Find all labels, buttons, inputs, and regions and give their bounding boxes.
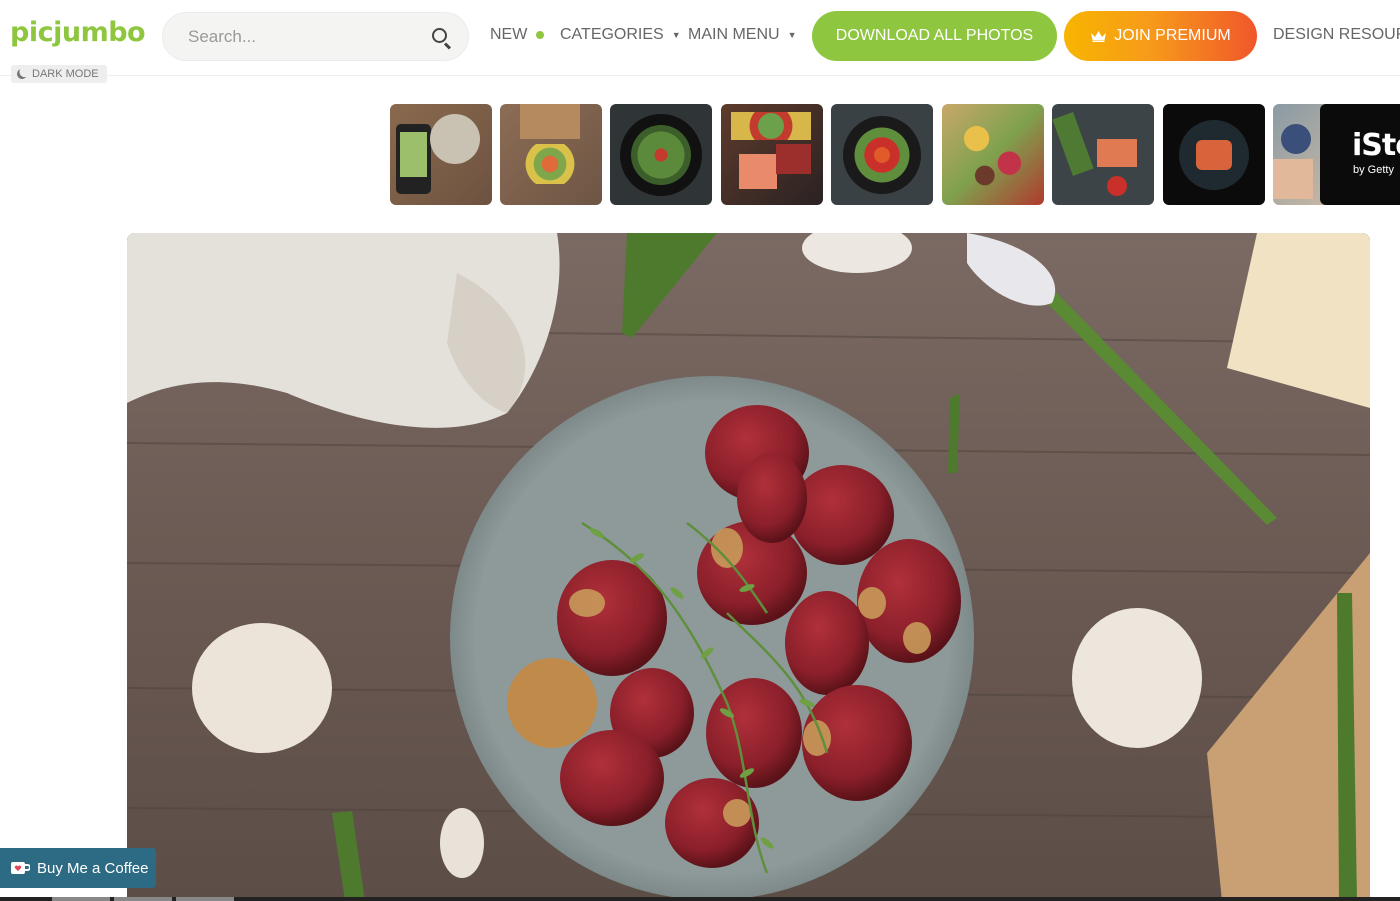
main-photo-image: [127, 233, 1370, 901]
thumbnail[interactable]: [390, 104, 492, 205]
nav-new[interactable]: NEW: [490, 26, 545, 44]
nav-design-resources-label: DESIGN RESOURC: [1273, 26, 1400, 43]
vegetables-shape: [515, 144, 585, 184]
nav-main-menu[interactable]: MAIN MENU ▼: [688, 26, 796, 44]
phone-screen: [400, 132, 427, 177]
thumbnail[interactable]: [721, 104, 823, 205]
vegetables-shape: [731, 112, 811, 140]
food-spread-shape: [952, 114, 1034, 196]
search-icon[interactable]: [420, 17, 460, 57]
hand-shape: [1273, 159, 1313, 199]
nav-new-label: NEW: [490, 26, 528, 43]
paper-bag-shape: [520, 104, 580, 139]
nav-categories-label: CATEGORIES: [560, 26, 664, 43]
thumbnail[interactable]: [1163, 104, 1265, 205]
join-premium-button[interactable]: JOIN PREMIUM: [1064, 11, 1257, 61]
caret-down-icon: ▼: [787, 30, 797, 40]
download-all-photos-button[interactable]: DOWNLOAD ALL PHOTOS: [812, 11, 1057, 61]
bottom-tab[interactable]: [52, 897, 110, 901]
thumbnail[interactable]: [1052, 104, 1154, 205]
new-indicator-dot: [536, 31, 545, 39]
dark-mode-toggle[interactable]: DARK MODE: [11, 65, 107, 83]
nav-categories[interactable]: CATEGORIES ▼: [560, 26, 681, 44]
tomato-shape: [1107, 176, 1127, 196]
thumbnail[interactable]: [610, 104, 712, 205]
join-premium-label: JOIN PREMIUM: [1114, 27, 1231, 44]
search-box: [162, 12, 469, 61]
download-all-label: DOWNLOAD ALL PHOTOS: [835, 27, 1034, 44]
istock-logo: iSto: [1352, 128, 1400, 163]
thumbnail[interactable]: [942, 104, 1044, 205]
salmon-shape: [1196, 139, 1232, 170]
salad-shape: [631, 124, 691, 185]
buy-me-a-coffee-button[interactable]: Buy Me a Coffee: [0, 848, 156, 888]
site-header: picjumbo DARK MODE NEW CATEGORIES ▼ MAIN…: [0, 0, 1400, 83]
related-thumbnails: iSto by Getty: [390, 104, 1400, 205]
istock-ad[interactable]: iSto by Getty: [1320, 104, 1400, 205]
thumbnail[interactable]: [500, 104, 602, 205]
nav-design-resources[interactable]: DESIGN RESOURC: [1273, 26, 1400, 44]
search-input[interactable]: [163, 13, 420, 60]
cup-icon: [10, 860, 31, 876]
crown-icon: [1090, 30, 1107, 42]
salad-shape: [854, 127, 910, 182]
istock-sub: by Getty: [1353, 164, 1394, 176]
asparagus-shape: [1052, 112, 1094, 176]
salmon-shape: [1097, 139, 1137, 167]
caret-down-icon: ▼: [671, 30, 681, 40]
dark-mode-label: DARK MODE: [32, 68, 99, 80]
meat-shape: [776, 144, 811, 174]
salmon-shape: [739, 154, 777, 189]
thumbnail[interactable]: [831, 104, 933, 205]
site-logo[interactable]: picjumbo: [10, 17, 146, 48]
main-photo[interactable]: [127, 233, 1370, 901]
bottom-tab[interactable]: [176, 897, 234, 901]
plate-shape: [430, 114, 480, 164]
moon-icon: [16, 68, 29, 81]
coffee-button-label: Buy Me a Coffee: [37, 859, 149, 877]
bottom-tab[interactable]: [114, 897, 172, 901]
nav-main-menu-label: MAIN MENU: [688, 26, 780, 43]
bowl-shape: [1281, 124, 1311, 154]
